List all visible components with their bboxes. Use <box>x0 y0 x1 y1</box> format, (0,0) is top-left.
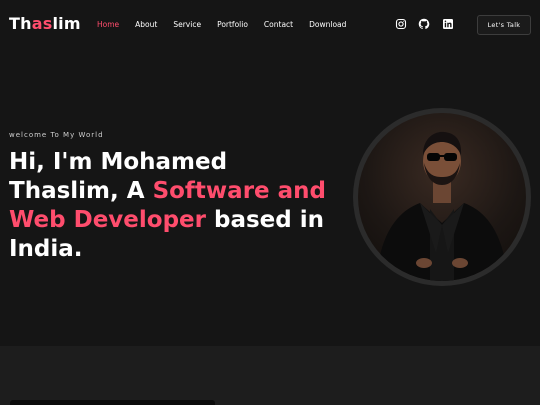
person-silhouette <box>376 131 508 281</box>
profile-photo <box>353 108 531 286</box>
github-icon[interactable] <box>418 18 430 30</box>
lets-talk-button[interactable]: Let's Talk <box>477 15 531 35</box>
nav-download[interactable]: Download <box>309 20 346 29</box>
nav-home[interactable]: Home <box>97 20 119 29</box>
welcome-text: welcome To My World <box>9 131 104 139</box>
nav-service[interactable]: Service <box>173 20 201 29</box>
linkedin-icon[interactable] <box>442 18 454 30</box>
section-card <box>10 400 215 405</box>
nav-contact[interactable]: Contact <box>264 20 293 29</box>
nav-about[interactable]: About <box>135 20 157 29</box>
nav-portfolio[interactable]: Portfolio <box>217 20 248 29</box>
next-section <box>0 346 540 405</box>
site-header: Thaslim Home About Service Portfolio Con… <box>0 0 540 50</box>
logo[interactable]: Thaslim <box>9 14 81 33</box>
logo-part-2: as <box>31 14 53 33</box>
logo-part-1: Th <box>9 14 32 33</box>
logo-part-3: lim <box>52 14 81 33</box>
hero-headline: Hi, I'm Mohamed Thaslim, A Software and … <box>9 148 344 264</box>
instagram-icon[interactable] <box>395 18 407 30</box>
main-nav: Home About Service Portfolio Contact Dow… <box>97 20 362 29</box>
